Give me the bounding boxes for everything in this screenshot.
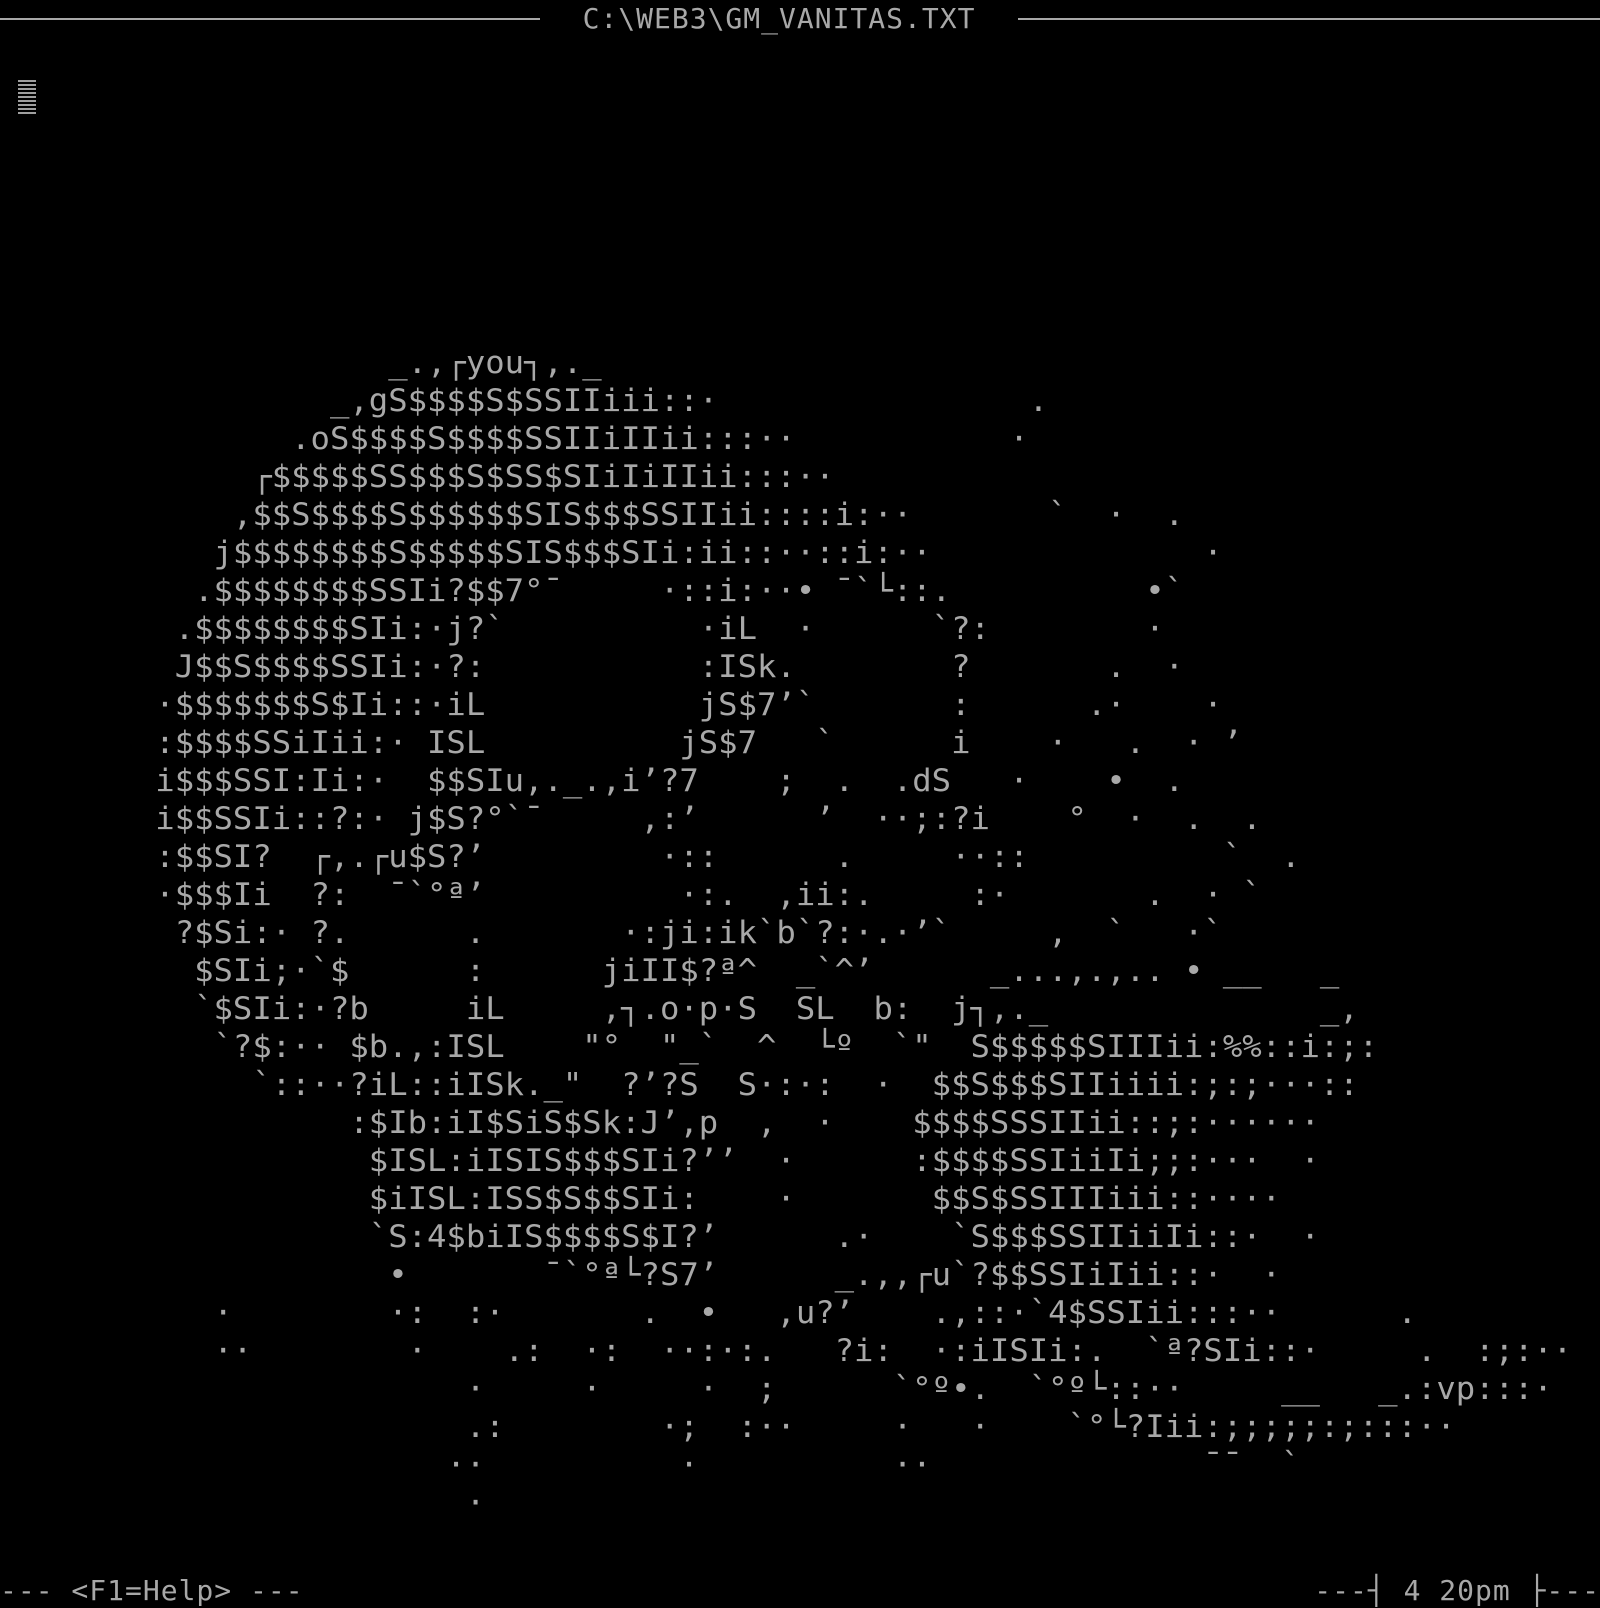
clock-display: ---┤ 4 20pm ├--- xyxy=(1314,1574,1600,1607)
title-bar: C:\WEB3\GM_VANITAS.TXT xyxy=(0,0,1600,38)
title-bar-rule-right xyxy=(1018,18,1600,20)
text-cursor xyxy=(18,80,36,114)
status-bar: --- <F1=Help> --- ---┤ 4 20pm ├--- xyxy=(0,1560,1600,1607)
ascii-art-text: _.,┌you┐,._ _,gS$$$$S$SSIIiii::· . .oS$$… xyxy=(155,345,1573,1514)
document-area[interactable]: _.,┌you┐,._ _,gS$$$$S$SSIIiii::· . .oS$$… xyxy=(0,344,1600,1514)
help-hint[interactable]: --- <F1=Help> --- xyxy=(0,1574,304,1608)
title-bar-rule-left xyxy=(0,18,540,20)
window-title: C:\WEB3\GM_VANITAS.TXT xyxy=(582,2,976,35)
